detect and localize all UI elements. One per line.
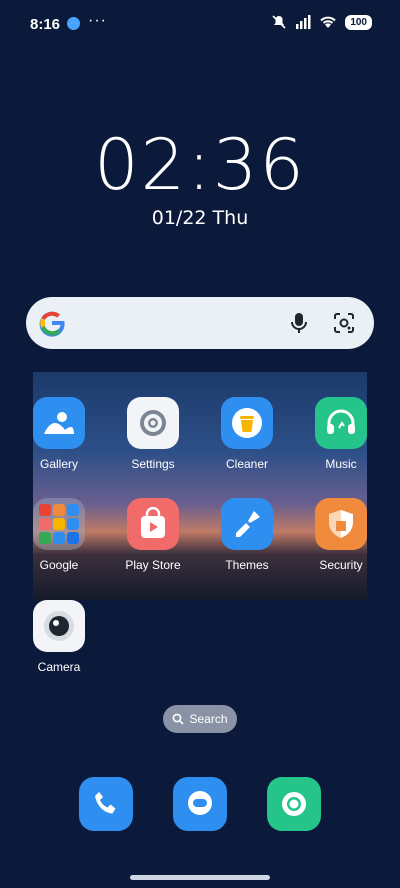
dock-chrome[interactable] [267, 777, 321, 831]
clock-time[interactable]: 02:36 [0, 124, 400, 206]
mic-icon[interactable] [288, 311, 310, 335]
signal-icon [296, 15, 311, 29]
app-label: Themes [225, 558, 269, 572]
app-label: Cleaner [225, 457, 269, 471]
gallery-icon [33, 397, 85, 449]
app-label: Gallery [39, 457, 78, 471]
dock-phone[interactable] [79, 777, 133, 831]
app-camera[interactable]: Camera [19, 600, 99, 674]
status-icons: 100 [271, 14, 372, 30]
google-lens-icon[interactable] [332, 311, 356, 335]
app-label: Settings [131, 457, 175, 471]
app-music[interactable]: Music [301, 397, 381, 471]
music-icon [315, 397, 367, 449]
app-label: Security [319, 558, 363, 572]
search-label: Search [189, 712, 228, 726]
app-settings[interactable]: Settings [113, 397, 193, 471]
status-time: 8:16 [30, 16, 61, 33]
folder-icon [33, 498, 85, 550]
battery-icon: 100 [345, 14, 372, 30]
mute-icon [272, 15, 286, 29]
search-icon [173, 713, 185, 725]
app-label: Play Store [125, 558, 181, 572]
app-folder-google[interactable]: Google [19, 498, 99, 572]
app-themes[interactable]: Themes [207, 498, 287, 572]
app-label: Music [325, 457, 357, 471]
google-logo-icon [39, 311, 65, 337]
settings-icon [127, 397, 179, 449]
camera-icon [33, 600, 85, 652]
app-security[interactable]: Security [301, 498, 381, 572]
home-indicator[interactable] [130, 875, 270, 880]
app-cleaner[interactable]: Cleaner [207, 397, 287, 471]
phone-icon [95, 792, 116, 814]
play-store-icon [127, 498, 179, 550]
cleaner-icon [221, 397, 273, 449]
chrome-icon [282, 792, 306, 816]
search-button[interactable]: Search [163, 705, 237, 733]
themes-icon [221, 498, 273, 550]
app-label: Camera [37, 660, 81, 674]
google-search-widget[interactable] [26, 297, 374, 349]
clock-date[interactable]: 01/22 Thu [0, 207, 400, 229]
status-bar: 8:16 ··· 100 [0, 0, 400, 48]
app-play-store[interactable]: Play Store [113, 498, 193, 572]
wifi-icon [320, 16, 337, 28]
dock-messages[interactable] [173, 777, 227, 831]
more-notifications-icon: ··· [88, 12, 107, 29]
messages-icon [188, 791, 212, 815]
security-icon [315, 498, 367, 550]
notification-icon [67, 17, 80, 30]
app-label: Google [39, 558, 79, 572]
app-gallery[interactable]: Gallery [19, 397, 99, 471]
